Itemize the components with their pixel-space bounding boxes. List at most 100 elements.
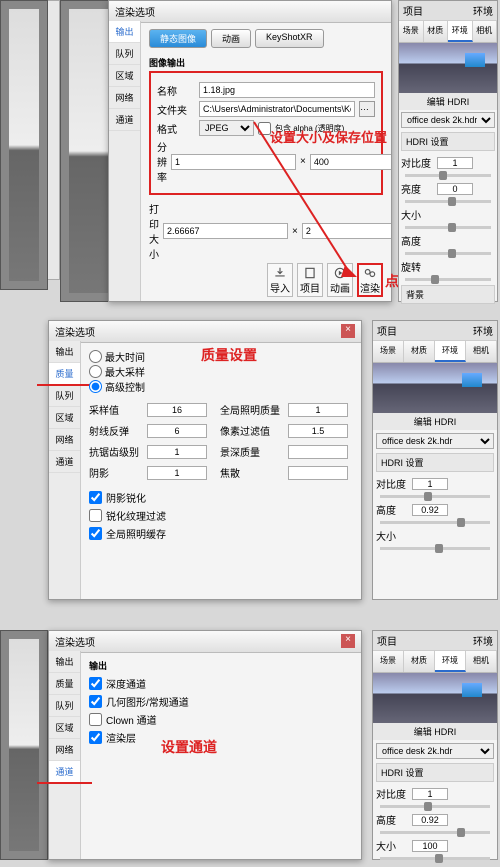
project-button[interactable]: 项目: [297, 263, 323, 297]
height-slider[interactable]: [380, 831, 490, 834]
hdri-file-select[interactable]: office desk 2k.hdr: [376, 743, 494, 759]
mode-static-image[interactable]: 静态图像: [149, 29, 207, 48]
gi-quality-input[interactable]: [288, 403, 348, 417]
side-tab-output[interactable]: 输出: [49, 341, 80, 363]
print-h[interactable]: [302, 223, 391, 239]
height-value[interactable]: [412, 504, 448, 516]
import-button[interactable]: 导入: [267, 263, 293, 297]
side-tab-region[interactable]: 区域: [49, 407, 80, 429]
clown-pass-check[interactable]: [89, 713, 102, 726]
dof-quality-input[interactable]: [288, 445, 348, 459]
side-tab-network[interactable]: 网络: [109, 87, 140, 109]
render-layer-check[interactable]: [89, 731, 102, 744]
side-tab-network[interactable]: 网络: [49, 739, 80, 761]
side-tab-quality[interactable]: 质量: [49, 363, 80, 385]
q-max-samples[interactable]: [89, 365, 102, 378]
size-slider[interactable]: [380, 857, 490, 860]
mode-animation[interactable]: 动画: [211, 29, 251, 48]
env-tab-scene[interactable]: 场景: [399, 21, 424, 42]
contrast-slider[interactable]: [405, 174, 491, 177]
format-select[interactable]: JPEG: [199, 120, 254, 136]
folder-input[interactable]: [199, 101, 355, 117]
side-tab-quality[interactable]: 质量: [49, 673, 80, 695]
q-max-time[interactable]: [89, 350, 102, 363]
env-tab-scene[interactable]: 场景: [373, 341, 404, 362]
res-w[interactable]: [171, 154, 296, 170]
side-tab-queue[interactable]: 队列: [49, 695, 80, 717]
hdri-file-select[interactable]: office desk 2k.hdr: [401, 112, 495, 128]
side-tab-pass[interactable]: 通道: [49, 761, 80, 783]
render-options-dialog-3: 渲染选项 × 输出 质量 队列 区域 网络 通道 输出 深度通道 几何图形/常规…: [48, 630, 362, 860]
environment-panel-2: 项目环境 场景 材质 环境 相机 编辑 HDRI office desk 2k.…: [372, 320, 498, 600]
edit-hdri-button[interactable]: 编辑 HDRI: [399, 93, 497, 110]
rotation-slider[interactable]: [405, 278, 491, 281]
mode-keyshotxr[interactable]: KeyShotXR: [255, 29, 324, 48]
env-tab-environment[interactable]: 环境: [435, 341, 466, 362]
brightness-value[interactable]: [437, 183, 473, 195]
shadow-sharpen-check[interactable]: [89, 491, 102, 504]
side-tab-output[interactable]: 输出: [109, 21, 140, 43]
res-h[interactable]: [310, 154, 391, 170]
annotation-quality: 质量设置: [201, 345, 257, 365]
name-input[interactable]: [199, 82, 375, 98]
side-tab-region[interactable]: 区域: [109, 65, 140, 87]
side-tab-region[interactable]: 区域: [49, 717, 80, 739]
size-value[interactable]: [412, 840, 448, 852]
height-value[interactable]: [412, 814, 448, 826]
contrast-value[interactable]: [412, 788, 448, 800]
dialog-title: 渲染选项: [55, 324, 95, 339]
render-button[interactable]: 渲染: [357, 263, 383, 297]
env-tab-scene[interactable]: 场景: [373, 651, 404, 672]
env-tab-material[interactable]: 材质: [424, 21, 449, 42]
side-tab-queue[interactable]: 队列: [109, 43, 140, 65]
hdri-preview[interactable]: [373, 363, 497, 413]
side-tab-pass[interactable]: 通道: [109, 109, 140, 131]
env-tab-material[interactable]: 材质: [404, 341, 435, 362]
annotation-size-location: 设置大小及保存位置: [270, 127, 387, 146]
normal-pass-check[interactable]: [89, 695, 102, 708]
size-slider[interactable]: [380, 547, 490, 550]
side-tab-output[interactable]: 输出: [49, 651, 80, 673]
browse-button[interactable]: …: [359, 101, 375, 117]
env-tab-camera[interactable]: 相机: [466, 341, 497, 362]
contrast-slider[interactable]: [380, 495, 490, 498]
dialog-title: 渲染选项: [115, 4, 155, 19]
contrast-slider[interactable]: [380, 805, 490, 808]
pixel-filter-input[interactable]: [288, 424, 348, 438]
print-w[interactable]: [163, 223, 288, 239]
height-slider[interactable]: [405, 252, 491, 255]
side-tab-queue[interactable]: 队列: [49, 385, 80, 407]
hdri-file-select[interactable]: office desk 2k.hdr: [376, 433, 494, 449]
side-tab-pass[interactable]: 通道: [49, 451, 80, 473]
shadow-input[interactable]: [147, 466, 207, 480]
sharpen-texture-check[interactable]: [89, 509, 102, 522]
env-tab-camera[interactable]: 相机: [466, 651, 497, 672]
depth-pass-check[interactable]: [89, 677, 102, 690]
aa-level-input[interactable]: [147, 445, 207, 459]
env-tab-environment[interactable]: 环境: [435, 651, 466, 672]
close-button[interactable]: ×: [341, 634, 355, 648]
caustics-input[interactable]: [288, 466, 348, 480]
samples-input[interactable]: [147, 403, 207, 417]
close-button[interactable]: ×: [341, 324, 355, 338]
gi-cache-check[interactable]: [89, 527, 102, 540]
height-slider[interactable]: [380, 521, 490, 524]
contrast-value[interactable]: [437, 157, 473, 169]
group-label: 图像输出: [149, 56, 383, 69]
contrast-value[interactable]: [412, 478, 448, 490]
env-tab-environment[interactable]: 环境: [448, 21, 473, 42]
edit-hdri-button[interactable]: 编辑 HDRI: [373, 413, 497, 430]
render-options-dialog-1: 渲染选项 输出 队列 区域 网络 通道 静态图像 动画 KeyShotXR 图像…: [108, 0, 392, 302]
env-tab-camera[interactable]: 相机: [473, 21, 498, 42]
q-advanced[interactable]: [89, 380, 102, 393]
environment-panel-1: 项目环境 场景 材质 环境 相机 编辑 HDRI office desk 2k.…: [398, 0, 498, 302]
side-tab-network[interactable]: 网络: [49, 429, 80, 451]
ray-bounces-input[interactable]: [147, 424, 207, 438]
edit-hdri-button[interactable]: 编辑 HDRI: [373, 723, 497, 740]
animation-button[interactable]: 动画: [327, 263, 353, 297]
env-tab-material[interactable]: 材质: [404, 651, 435, 672]
brightness-slider[interactable]: [405, 200, 491, 203]
hdri-preview[interactable]: [399, 43, 497, 93]
hdri-preview[interactable]: [373, 673, 497, 723]
size-slider[interactable]: [405, 226, 491, 229]
